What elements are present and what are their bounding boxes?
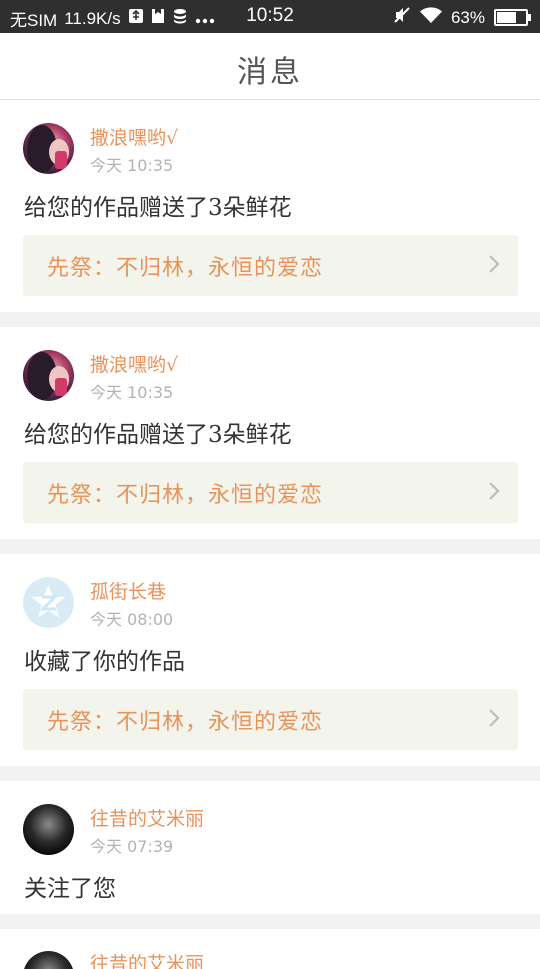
work-title: 先祭：不归林，永恒的爱恋 bbox=[47, 483, 324, 508]
message-card[interactable]: 撒浪嘿哟√ 今天 10:35 给您的作品赠送了3朵鲜花 先祭：不归林，永恒的爱恋 bbox=[0, 100, 540, 312]
avatar[interactable] bbox=[23, 951, 74, 969]
work-link[interactable]: 先祭：不归林，永恒的爱恋 bbox=[23, 689, 518, 750]
message-text: 收藏了你的作品 bbox=[24, 649, 185, 675]
message-time: 今天 10:35 bbox=[90, 156, 174, 175]
message-time: 今天 07:39 bbox=[90, 837, 174, 856]
avatar[interactable] bbox=[23, 350, 74, 401]
wifi-icon bbox=[419, 6, 442, 29]
status-bar: 无SIM 11.9K/s 10:52 63% bbox=[0, 0, 540, 33]
battery-icon bbox=[494, 9, 531, 26]
work-title: 先祭：不归林，永恒的爱恋 bbox=[47, 710, 324, 735]
chevron-right-icon bbox=[488, 481, 500, 505]
avatar[interactable] bbox=[23, 577, 74, 628]
message-time: 今天 08:00 bbox=[90, 610, 174, 629]
message-list[interactable]: 撒浪嘿哟√ 今天 10:35 给您的作品赠送了3朵鲜花 先祭：不归林，永恒的爱恋… bbox=[0, 100, 540, 969]
message-text: 给您的作品赠送了3朵鲜花 bbox=[24, 195, 292, 221]
sender-name[interactable]: 撒浪嘿哟√ bbox=[90, 123, 178, 150]
message-time: 今天 10:35 bbox=[90, 383, 174, 402]
message-text: 关注了您 bbox=[24, 876, 116, 902]
message-card[interactable]: 孤街长巷 今天 08:00 收藏了你的作品 先祭：不归林，永恒的爱恋 bbox=[0, 554, 540, 766]
sender-name[interactable]: 往昔的艾米丽 bbox=[90, 949, 204, 969]
message-card[interactable]: 往昔的艾米丽 bbox=[0, 929, 540, 969]
sender-name[interactable]: 孤街长巷 bbox=[90, 577, 166, 604]
chevron-right-icon bbox=[488, 708, 500, 732]
header: 消息 bbox=[0, 33, 540, 100]
star-icon bbox=[31, 585, 66, 618]
work-link[interactable]: 先祭：不归林，永恒的爱恋 bbox=[23, 235, 518, 296]
avatar[interactable] bbox=[23, 123, 74, 174]
page-title: 消息 bbox=[237, 55, 303, 90]
mute-icon bbox=[393, 6, 411, 29]
avatar[interactable] bbox=[23, 804, 74, 855]
chevron-right-icon bbox=[488, 254, 500, 278]
sender-name[interactable]: 往昔的艾米丽 bbox=[90, 804, 204, 831]
message-card[interactable]: 撒浪嘿哟√ 今天 10:35 给您的作品赠送了3朵鲜花 先祭：不归林，永恒的爱恋 bbox=[0, 327, 540, 539]
message-text: 给您的作品赠送了3朵鲜花 bbox=[24, 422, 292, 448]
sender-name[interactable]: 撒浪嘿哟√ bbox=[90, 350, 178, 377]
work-link[interactable]: 先祭：不归林，永恒的爱恋 bbox=[23, 462, 518, 523]
message-card[interactable]: 往昔的艾米丽 今天 07:39 关注了您 bbox=[0, 781, 540, 914]
battery-percent: 63% bbox=[450, 7, 485, 27]
work-title: 先祭：不归林，永恒的爱恋 bbox=[47, 256, 324, 281]
